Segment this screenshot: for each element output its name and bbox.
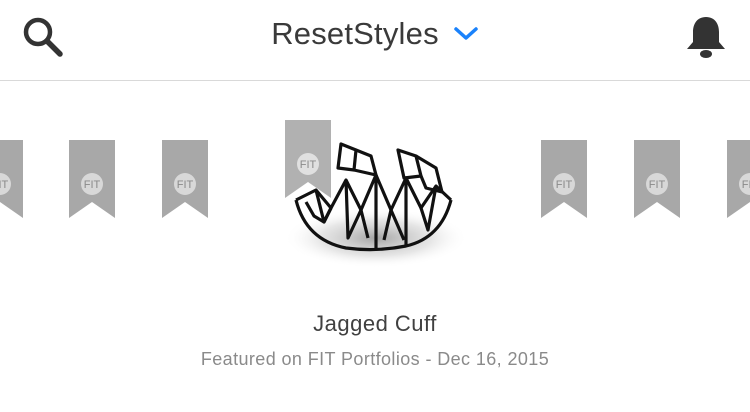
chevron-down-icon — [454, 27, 478, 40]
bell-icon — [687, 17, 725, 58]
portfolio-ribbon[interactable]: FIT — [541, 140, 587, 218]
portfolio-ribbon[interactable]: FIT — [69, 140, 115, 218]
portfolio-ribbon[interactable]: FIT — [727, 140, 750, 218]
featured-caption: Featured on FIT Portfolios - Dec 16, 201… — [200, 349, 550, 369]
fit-badge-label: FIT — [300, 159, 317, 171]
app-header: ResetStyles — [0, 0, 750, 81]
workspace-switcher[interactable]: ResetStyles — [271, 16, 479, 52]
fit-badge-label: FIT — [0, 179, 9, 191]
fit-badge-label: FIT — [742, 179, 750, 191]
fit-badge-label: FIT — [556, 179, 573, 191]
page-title: ResetStyles — [271, 16, 439, 51]
bookmark-ribbon[interactable]: FIT — [285, 120, 331, 198]
fit-badge-label: FIT — [177, 179, 194, 191]
portfolio-ribbon[interactable]: FIT — [0, 140, 23, 218]
notifications-button[interactable] — [682, 12, 730, 60]
portfolio-ribbon[interactable]: FIT — [634, 140, 680, 218]
portfolio-ribbon[interactable]: FIT — [162, 140, 208, 218]
product-name[interactable]: Jagged Cuff — [0, 311, 750, 337]
fit-badge-label: FIT — [84, 179, 101, 191]
fit-badge-label: FIT — [649, 179, 666, 191]
title-area: ResetStyles — [0, 16, 750, 56]
